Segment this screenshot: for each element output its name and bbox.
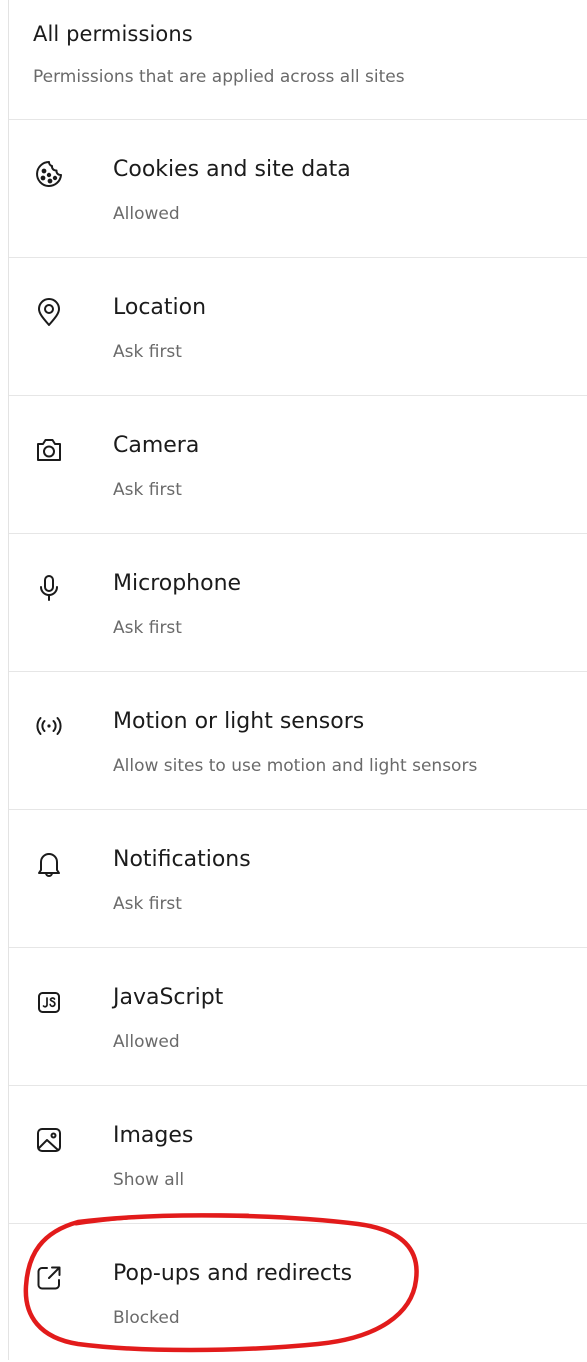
location-icon xyxy=(33,296,65,328)
permission-status: Show all xyxy=(113,1170,185,1190)
permission-status: Ask first xyxy=(113,480,182,500)
permission-status: Allowed xyxy=(113,204,180,224)
image-icon xyxy=(33,1124,65,1156)
section-title: All permissions xyxy=(33,22,193,46)
permission-status: Blocked xyxy=(113,1308,180,1328)
all-permissions-header: All permissions Permissions that are app… xyxy=(9,0,587,120)
permission-status: Ask first xyxy=(113,618,182,638)
section-subtitle: Permissions that are applied across all … xyxy=(33,67,405,87)
permission-row-images[interactable]: Images Show all xyxy=(9,1086,587,1224)
camera-icon xyxy=(33,434,65,466)
permission-label: Notifications xyxy=(113,847,251,872)
permission-label: Microphone xyxy=(113,571,242,596)
permission-row-popups[interactable]: Pop-ups and redirects Blocked xyxy=(9,1224,587,1362)
permission-status: Allowed xyxy=(113,1032,180,1052)
permission-label: Pop-ups and redirects xyxy=(113,1261,353,1286)
permission-row-javascript[interactable]: JavaScript Allowed xyxy=(9,948,587,1086)
permissions-panel: All permissions Permissions that are app… xyxy=(9,0,587,1362)
cookie-icon xyxy=(33,158,65,190)
permission-row-cookies[interactable]: Cookies and site data Allowed xyxy=(9,120,587,258)
permission-row-notifications[interactable]: Notifications Ask first xyxy=(9,810,587,948)
permission-row-camera[interactable]: Camera Ask first xyxy=(9,396,587,534)
permission-row-location[interactable]: Location Ask first xyxy=(9,258,587,396)
open-external-icon xyxy=(33,1262,65,1294)
permission-row-microphone[interactable]: Microphone Ask first xyxy=(9,534,587,672)
permission-label: Images xyxy=(113,1123,194,1148)
microphone-icon xyxy=(33,572,65,604)
bell-icon xyxy=(33,848,65,880)
permission-row-sensors[interactable]: Motion or light sensors Allow sites to u… xyxy=(9,672,587,810)
permission-label: Cookies and site data xyxy=(113,157,351,182)
javascript-icon xyxy=(33,986,65,1018)
permission-status: Ask first xyxy=(113,894,182,914)
permission-label: JavaScript xyxy=(113,985,224,1010)
sensor-icon xyxy=(33,710,65,742)
permission-status: Ask first xyxy=(113,342,182,362)
permission-label: Motion or light sensors xyxy=(113,709,365,734)
permission-label: Camera xyxy=(113,433,200,458)
permission-status: Allow sites to use motion and light sens… xyxy=(113,756,478,776)
permission-label: Location xyxy=(113,295,207,320)
